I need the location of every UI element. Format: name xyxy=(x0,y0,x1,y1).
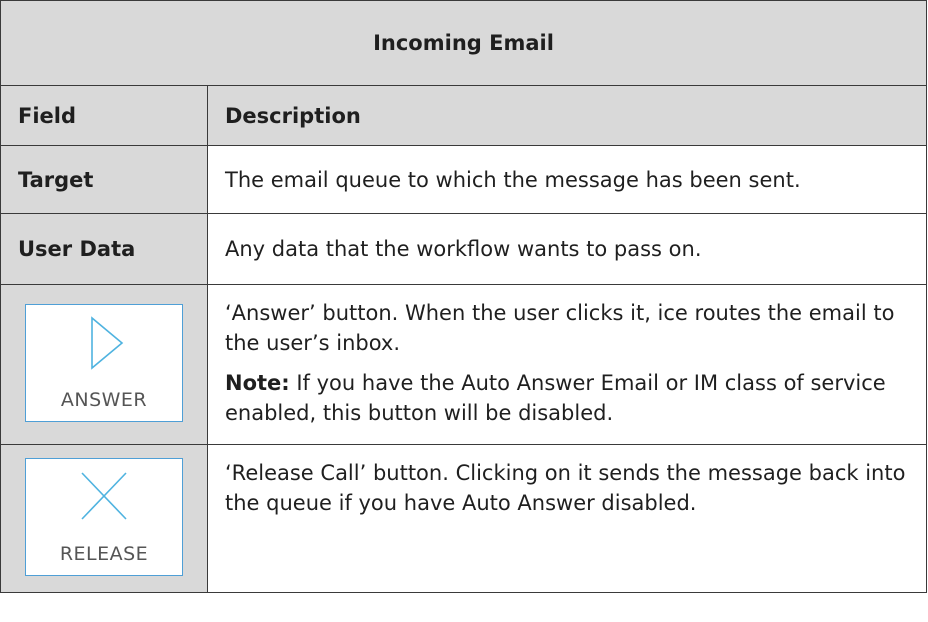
field-description: ‘Answer’ button. When the user clicks it… xyxy=(207,284,927,445)
release-button[interactable]: RELEASE xyxy=(25,457,183,576)
answer-button-label: ANSWER xyxy=(60,388,148,411)
table-row: RELEASE ‘Release Call’ button. Clicking … xyxy=(0,444,927,593)
field-description: The email queue to which the message has… xyxy=(207,145,927,214)
answer-button-cell: ANSWER xyxy=(0,284,208,445)
answer-button[interactable]: ANSWER xyxy=(25,303,183,422)
note-text: If you have the Auto Answer Email or IM … xyxy=(225,371,886,425)
table-header-row: Field Description xyxy=(0,85,927,146)
table-row: User Data Any data that the workflow wan… xyxy=(0,213,927,285)
table-title: Incoming Email xyxy=(0,0,927,86)
table-row: Target The email queue to which the mess… xyxy=(0,145,927,214)
incoming-email-table: Incoming Email Field Description Target … xyxy=(0,0,927,593)
release-description: ‘Release Call’ button. Clicking on it se… xyxy=(225,461,906,515)
answer-description: ‘Answer’ button. When the user clicks it… xyxy=(225,301,895,355)
release-button-cell: RELEASE xyxy=(0,444,208,593)
field-description: Any data that the workflow wants to pass… xyxy=(207,213,927,285)
table-row: ANSWER ‘Answer’ button. When the user cl… xyxy=(0,284,927,445)
field-name: Target xyxy=(0,145,208,214)
column-header-description: Description xyxy=(207,85,927,146)
answer-note: Note: If you have the Auto Answer Email … xyxy=(225,368,914,428)
field-description: ‘Release Call’ button. Clicking on it se… xyxy=(207,444,927,593)
field-name: User Data xyxy=(0,213,208,285)
column-header-field: Field xyxy=(0,85,208,146)
release-button-label: RELEASE xyxy=(59,542,149,565)
note-label: Note: xyxy=(225,371,290,395)
table-title-row: Incoming Email xyxy=(0,0,927,86)
